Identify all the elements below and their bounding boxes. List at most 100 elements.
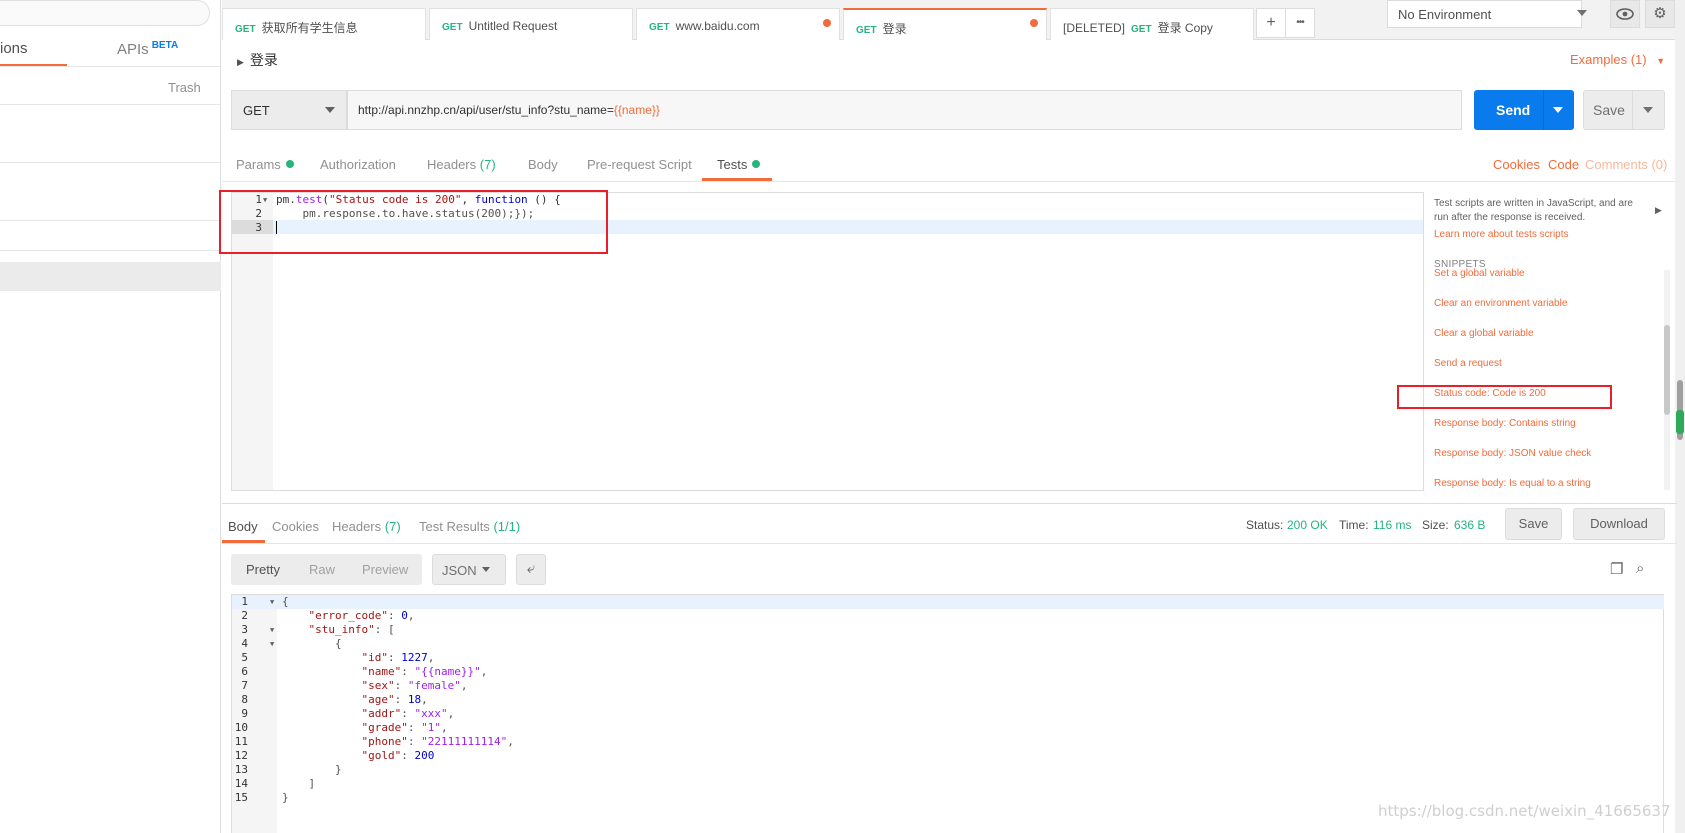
divider bbox=[222, 181, 1677, 182]
request-tab[interactable]: GET www.baidu.com bbox=[636, 8, 840, 40]
add-tab-button[interactable]: + bbox=[1256, 8, 1286, 38]
line-number: 2 bbox=[241, 609, 248, 622]
response-tab-body[interactable]: Body bbox=[228, 519, 258, 534]
tab-authorization-label: Authorization bbox=[320, 157, 396, 172]
sidebar-divider bbox=[0, 220, 221, 221]
snippet-item[interactable]: Send a request bbox=[1434, 358, 1502, 369]
tab-title: Untitled Request bbox=[468, 19, 558, 33]
line-number: 13 bbox=[234, 763, 248, 776]
snippet-item[interactable]: Clear a global variable bbox=[1434, 328, 1534, 339]
line-number: 11 bbox=[234, 735, 248, 748]
save-options-chevron-icon[interactable] bbox=[1643, 107, 1653, 113]
line-number: 1 bbox=[241, 595, 248, 608]
send-options-chevron-icon[interactable] bbox=[1553, 107, 1563, 113]
response-tab-cookies[interactable]: Cookies bbox=[272, 519, 319, 534]
view-raw[interactable]: Raw bbox=[309, 562, 335, 577]
request-tab[interactable]: [DELETED] GET 登录 Copy bbox=[1050, 8, 1254, 40]
request-tab[interactable]: GET Untitled Request bbox=[429, 8, 633, 40]
save-split-divider bbox=[1632, 90, 1633, 130]
time-value: 116 ms bbox=[1373, 518, 1412, 532]
line-number: 14 bbox=[234, 777, 248, 790]
response-body-line: "gold": 200 bbox=[361, 749, 435, 762]
view-pretty[interactable]: Pretty bbox=[246, 562, 280, 577]
watermark: https://blog.csdn.net/weixin_41665637 bbox=[1378, 802, 1671, 820]
comments-link[interactable]: Comments (0) bbox=[1585, 157, 1667, 172]
divider bbox=[222, 543, 1677, 544]
sidebar-divider bbox=[0, 66, 221, 67]
sidebar-item-selected[interactable] bbox=[0, 262, 221, 291]
snippets-scroll-thumb[interactable] bbox=[1664, 325, 1670, 415]
code-link[interactable]: Code bbox=[1548, 157, 1579, 172]
annotation-box bbox=[1397, 385, 1612, 409]
tab-authorization[interactable]: Authorization bbox=[320, 157, 396, 172]
time-label: Time: bbox=[1339, 518, 1369, 532]
collapse-snippets-icon[interactable]: ▶ bbox=[1655, 205, 1662, 216]
params-indicator-dot bbox=[285, 160, 294, 168]
view-preview[interactable]: Preview bbox=[362, 562, 408, 577]
environment-select-value: No Environment bbox=[1398, 7, 1492, 22]
tab-pre-request-script[interactable]: Pre-request Script bbox=[587, 157, 692, 172]
tab-body-label: Body bbox=[528, 157, 558, 172]
chevron-down-icon bbox=[1577, 10, 1587, 16]
method-badge: GET bbox=[1131, 24, 1152, 35]
size-label: Size: bbox=[1422, 518, 1449, 532]
response-body-line: } bbox=[282, 791, 289, 804]
snippet-item[interactable]: Response body: Is equal to a string bbox=[1434, 478, 1591, 489]
fold-caret-icon[interactable]: ▼ bbox=[270, 637, 274, 651]
download-button[interactable]: Download bbox=[1573, 508, 1665, 540]
tests-indicator-dot bbox=[752, 160, 761, 168]
request-tab[interactable]: GET 获取所有学生信息 bbox=[222, 8, 426, 40]
snippet-item[interactable]: Clear an environment variable bbox=[1434, 298, 1567, 309]
sidebar-tab-collections[interactable]: ions bbox=[0, 40, 28, 57]
request-name[interactable]: ▶ 登录 bbox=[237, 50, 278, 70]
settings-button[interactable]: ⚙ bbox=[1645, 0, 1675, 28]
headers-count: (7) bbox=[479, 157, 496, 172]
tab-tests[interactable]: Tests bbox=[717, 157, 761, 172]
response-tab-body-label: Body bbox=[228, 519, 258, 534]
fold-caret-icon[interactable]: ▼ bbox=[270, 595, 274, 609]
line-number: 6 bbox=[241, 665, 248, 678]
page-scroll-grip[interactable] bbox=[1676, 410, 1684, 434]
line-number: 4 bbox=[241, 637, 248, 650]
line-number: 3 bbox=[241, 623, 248, 636]
snippet-item[interactable]: Response body: JSON value check bbox=[1434, 448, 1591, 459]
snippets-description: Test scripts are written in JavaScript, … bbox=[1434, 198, 1633, 223]
copy-icon[interactable]: ❐ bbox=[1610, 560, 1623, 578]
snippet-item[interactable]: Set a global variable bbox=[1434, 268, 1525, 279]
response-body-line: "grade": "1", bbox=[361, 721, 448, 734]
snippet-item[interactable]: Response body: Contains string bbox=[1434, 418, 1576, 429]
format-select[interactable]: JSON bbox=[432, 554, 506, 585]
test-results-count: (1/1) bbox=[493, 519, 521, 534]
environment-select[interactable]: No Environment bbox=[1387, 0, 1582, 28]
response-body-line: "error_code": 0, bbox=[308, 609, 415, 622]
search-icon[interactable]: ⌕ bbox=[1636, 560, 1644, 577]
tab-body[interactable]: Body bbox=[528, 157, 558, 172]
cookies-link[interactable]: Cookies bbox=[1493, 157, 1540, 172]
sidebar-search-input[interactable] bbox=[0, 0, 210, 26]
trash-link[interactable]: Trash bbox=[168, 80, 201, 95]
learn-more-link[interactable]: Learn more about tests scripts bbox=[1434, 229, 1569, 240]
format-select-value: JSON bbox=[442, 563, 477, 578]
sidebar-tab-apis[interactable]: APIs BETA bbox=[117, 40, 178, 58]
response-tab-cookies-label: Cookies bbox=[272, 519, 319, 534]
tab-params-label: Params bbox=[236, 157, 281, 172]
url-input[interactable]: http://api.nnzhp.cn/api/user/stu_info?st… bbox=[347, 90, 1462, 130]
url-variable: {{name}} bbox=[613, 103, 660, 117]
response-tab-test-results[interactable]: Test Results (1/1) bbox=[419, 519, 520, 534]
tab-params[interactable]: Params bbox=[236, 157, 294, 172]
tab-more-button[interactable]: ••• bbox=[1285, 8, 1315, 38]
chevron-down-icon: ▼ bbox=[1656, 56, 1666, 66]
fold-caret-icon[interactable]: ▼ bbox=[270, 623, 274, 637]
environment-quick-look-button[interactable] bbox=[1610, 0, 1640, 28]
wrap-lines-button[interactable]: ⤶ bbox=[516, 554, 546, 585]
tab-headers[interactable]: Headers (7) bbox=[427, 157, 496, 172]
examples-dropdown[interactable]: Examples (1) ▼ bbox=[1570, 52, 1665, 67]
request-name-text: 登录 bbox=[249, 52, 278, 68]
save-response-button[interactable]: Save bbox=[1505, 508, 1562, 540]
line-number: 15 bbox=[234, 791, 248, 804]
response-tab-headers[interactable]: Headers (7) bbox=[332, 519, 401, 534]
request-tab-active[interactable]: GET 登录 bbox=[843, 8, 1047, 40]
examples-label: Examples (1) bbox=[1570, 52, 1647, 67]
beta-badge: BETA bbox=[151, 40, 179, 51]
tab-prerequest-label: Pre-request Script bbox=[587, 157, 692, 172]
